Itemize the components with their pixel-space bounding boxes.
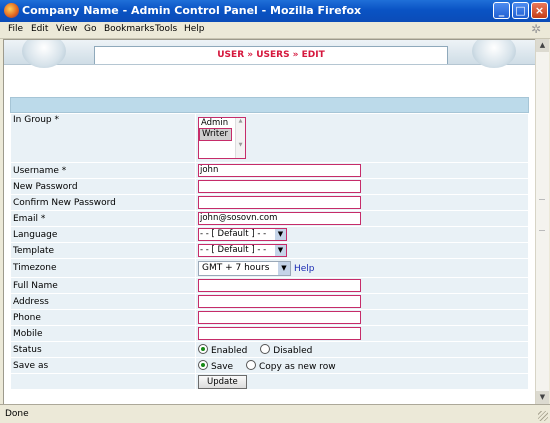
form-header-bar bbox=[10, 97, 529, 113]
maximize-button[interactable]: □ bbox=[512, 2, 529, 19]
timezone-select[interactable]: GMT + 7 hours ▼ bbox=[198, 260, 291, 276]
new-password-label: New Password bbox=[10, 178, 196, 195]
address-label: Address bbox=[10, 293, 196, 310]
menu-tools[interactable]: Tools bbox=[155, 24, 177, 34]
scroll-grip[interactable] bbox=[539, 199, 545, 231]
update-button[interactable]: Update bbox=[198, 374, 247, 389]
mobile-field[interactable] bbox=[198, 327, 361, 340]
page-scrollbar[interactable]: ▲ ▼ bbox=[535, 39, 549, 404]
save-as-save-label: Save bbox=[211, 361, 234, 372]
timezone-label: Timezone bbox=[10, 258, 196, 278]
menu-bar: File Edit View Go Bookmarks Tools Help ✲ bbox=[0, 22, 550, 39]
username-label: Username * bbox=[10, 162, 196, 179]
language-label: Language bbox=[10, 226, 196, 243]
full-name-label: Full Name bbox=[10, 277, 196, 294]
mobile-label: Mobile bbox=[10, 325, 196, 342]
save-as-copy-label: Copy as new row bbox=[258, 361, 336, 372]
header-decoration-right bbox=[472, 40, 516, 68]
status-label: Status bbox=[10, 341, 196, 358]
breadcrumb: USER » USERS » EDIT bbox=[217, 50, 325, 60]
email-label: Email * bbox=[10, 210, 196, 227]
listbox-scrollbar[interactable]: ▲ ▼ bbox=[235, 118, 245, 158]
full-name-field[interactable] bbox=[198, 279, 361, 292]
language-select[interactable]: - - [ Default ] - - ▼ bbox=[198, 228, 287, 241]
menu-edit[interactable]: Edit bbox=[31, 24, 48, 34]
in-group-option-writer[interactable]: Writer bbox=[199, 128, 232, 141]
edit-user-form: In Group * Admin Writer ▲ ▼ Username * jo… bbox=[10, 97, 529, 390]
chevron-down-icon[interactable]: ▼ bbox=[278, 261, 290, 275]
phone-field[interactable] bbox=[198, 311, 361, 324]
status-bar: Done bbox=[0, 404, 550, 423]
minimize-button[interactable]: _ bbox=[493, 2, 510, 19]
chevron-down-icon[interactable]: ▼ bbox=[275, 245, 286, 256]
chevron-down-icon[interactable]: ▼ bbox=[275, 229, 286, 240]
menu-help[interactable]: Help bbox=[184, 24, 205, 34]
status-disabled-label: Disabled bbox=[273, 345, 313, 356]
breadcrumb-bar: USER » USERS » EDIT bbox=[94, 46, 448, 64]
new-password-field[interactable] bbox=[198, 180, 361, 193]
status-enabled-radio[interactable] bbox=[198, 343, 208, 354]
status-disabled-radio[interactable] bbox=[260, 343, 271, 354]
title-bar: Company Name - Admin Control Panel - Moz… bbox=[0, 0, 550, 22]
confirm-password-field[interactable] bbox=[198, 196, 361, 209]
resize-grip-icon[interactable] bbox=[538, 411, 548, 421]
confirm-password-label: Confirm New Password bbox=[10, 194, 196, 211]
throbber-icon: ✲ bbox=[531, 22, 542, 36]
window-title: Company Name - Admin Control Panel - Moz… bbox=[22, 4, 362, 17]
phone-label: Phone bbox=[10, 309, 196, 326]
scroll-down-icon[interactable]: ▼ bbox=[536, 391, 549, 404]
save-as-label: Save as bbox=[10, 357, 196, 374]
status-enabled-label: Enabled bbox=[211, 345, 248, 356]
address-field[interactable] bbox=[198, 295, 361, 308]
header-decoration-left bbox=[22, 40, 66, 68]
menu-go[interactable]: Go bbox=[84, 24, 96, 34]
in-group-listbox[interactable]: Admin Writer ▲ ▼ bbox=[198, 117, 246, 159]
timezone-help-link[interactable]: Help bbox=[294, 264, 315, 274]
username-field[interactable]: john bbox=[198, 164, 361, 177]
save-as-save-radio[interactable] bbox=[198, 359, 208, 370]
page-content: USER » USERS » EDIT In Group * Admin Wri… bbox=[3, 39, 536, 405]
save-as-copy-radio[interactable] bbox=[245, 359, 256, 370]
scroll-up-icon[interactable]: ▲ bbox=[536, 39, 549, 52]
page-header: USER » USERS » EDIT bbox=[4, 40, 535, 68]
menu-file[interactable]: File bbox=[8, 24, 23, 34]
in-group-label: In Group * bbox=[10, 113, 196, 163]
template-label: Template bbox=[10, 242, 196, 259]
menu-view[interactable]: View bbox=[56, 24, 77, 34]
status-text: Done bbox=[5, 409, 29, 419]
submit-row-spacer bbox=[10, 373, 196, 390]
menu-bookmarks[interactable]: Bookmarks bbox=[104, 24, 154, 34]
template-select[interactable]: - - [ Default ] - - ▼ bbox=[198, 244, 287, 257]
row-in-group: In Group * Admin Writer ▲ ▼ bbox=[10, 113, 529, 163]
in-group-option-admin[interactable]: Admin bbox=[199, 118, 230, 128]
email-field[interactable]: john@sosovn.com bbox=[198, 212, 361, 225]
close-button[interactable]: × bbox=[531, 2, 548, 19]
firefox-icon bbox=[4, 3, 19, 18]
